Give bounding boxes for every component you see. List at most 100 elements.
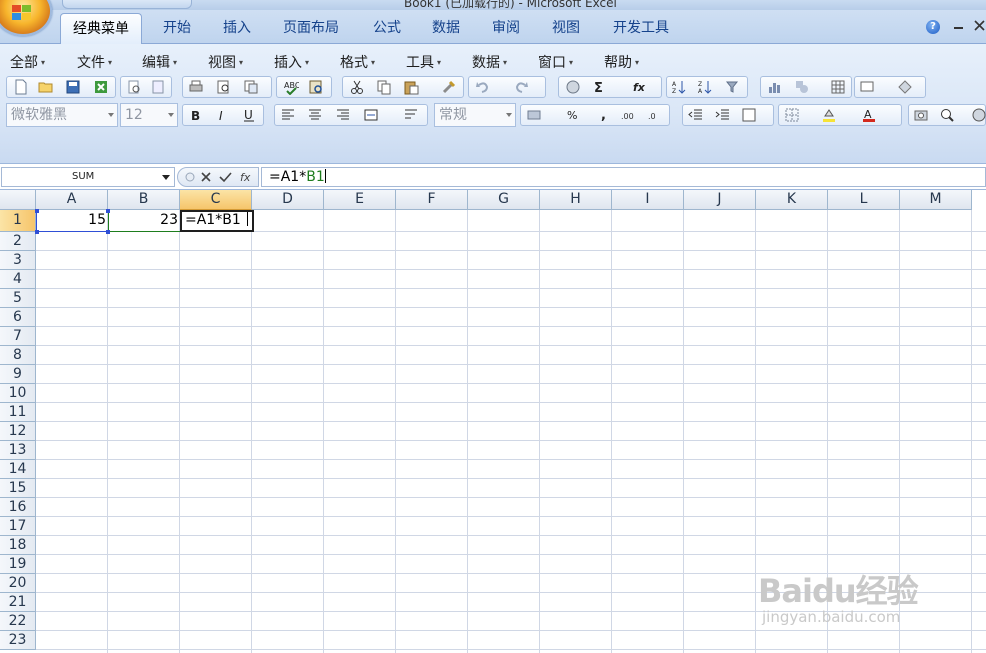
row-header-22[interactable]: 22 [0, 612, 36, 631]
sort-descending-icon[interactable]: ZA [697, 79, 713, 95]
row-header-10[interactable]: 10 [0, 384, 36, 403]
increase-decimal-icon[interactable]: .00 [621, 107, 637, 123]
excel-export-icon[interactable] [93, 79, 109, 95]
italic-icon[interactable]: I [214, 107, 230, 123]
row-header-7[interactable]: 7 [0, 327, 36, 346]
menu-view[interactable]: 视图 ▾ [208, 52, 243, 71]
hyperlink-icon[interactable] [565, 79, 581, 95]
copy-format-icon[interactable] [243, 79, 259, 95]
menu-edit[interactable]: 编辑 ▾ [142, 52, 177, 71]
row-header-3[interactable]: 3 [0, 251, 36, 270]
percent-icon[interactable]: % [565, 107, 581, 123]
new-file-icon[interactable] [13, 79, 29, 95]
chart-icon[interactable] [767, 79, 783, 95]
screen-icon[interactable] [859, 79, 875, 95]
filter-icon[interactable] [725, 79, 741, 95]
formula-input[interactable]: =A1*B1 [261, 167, 986, 187]
underline-icon[interactable]: U [241, 107, 257, 123]
options-icon[interactable] [971, 107, 986, 123]
paste-icon[interactable] [403, 79, 419, 95]
menu-help[interactable]: 帮助 ▾ [604, 52, 639, 71]
tab-review[interactable]: 审阅 [479, 13, 533, 44]
column-header-c[interactable]: C [180, 190, 252, 210]
cut-icon[interactable] [349, 79, 365, 95]
column-header-b[interactable]: B [108, 190, 180, 210]
tab-view[interactable]: 视图 [539, 13, 593, 44]
merge-center-icon[interactable] [363, 107, 379, 123]
row-header-17[interactable]: 17 [0, 517, 36, 536]
row-header-9[interactable]: 9 [0, 365, 36, 384]
decrease-decimal-icon[interactable]: .0 [648, 107, 664, 123]
sort-ascending-icon[interactable]: AZ [671, 79, 687, 95]
redo-icon[interactable] [513, 79, 529, 95]
tab-developer[interactable]: 开发工具 [601, 13, 681, 44]
row-header-8[interactable]: 8 [0, 346, 36, 365]
cell-a1[interactable]: 15 [36, 210, 108, 232]
column-header-k[interactable]: K [756, 190, 828, 210]
close-icon[interactable] [973, 18, 986, 32]
copy-icon[interactable] [376, 79, 392, 95]
cell-b1[interactable]: 23 [108, 210, 180, 232]
row-header-12[interactable]: 12 [0, 422, 36, 441]
open-folder-icon[interactable] [38, 79, 54, 95]
zoom-preview-icon[interactable] [216, 79, 232, 95]
row-header-21[interactable]: 21 [0, 593, 36, 612]
undo-icon[interactable] [475, 79, 491, 95]
menu-file[interactable]: 文件 ▾ [77, 52, 112, 71]
tab-formulas[interactable]: 公式 [360, 13, 414, 44]
menu-insert[interactable]: 插入 ▾ [274, 52, 309, 71]
row-header-18[interactable]: 18 [0, 536, 36, 555]
align-center-icon[interactable] [307, 107, 323, 123]
row-header-4[interactable]: 4 [0, 270, 36, 289]
row-header-5[interactable]: 5 [0, 289, 36, 308]
row-header-15[interactable]: 15 [0, 479, 36, 498]
tab-page-layout[interactable]: 页面布局 [270, 13, 352, 44]
save-icon[interactable] [65, 79, 81, 95]
menu-window[interactable]: 窗口 ▾ [538, 52, 573, 71]
quick-access-toolbar[interactable] [62, 0, 192, 9]
select-all-corner[interactable] [0, 190, 36, 210]
column-header-a[interactable]: A [36, 190, 108, 210]
column-header-l[interactable]: L [828, 190, 900, 210]
row-header-19[interactable]: 19 [0, 555, 36, 574]
tab-data[interactable]: 数据 [419, 13, 473, 44]
column-header-h[interactable]: H [540, 190, 612, 210]
row-header-2[interactable]: 2 [0, 232, 36, 251]
fill-color-icon[interactable] [821, 107, 837, 123]
column-header-j[interactable]: J [684, 190, 756, 210]
row-header-16[interactable]: 16 [0, 498, 36, 517]
format-painter-icon[interactable] [441, 79, 457, 95]
zoom-icon[interactable] [939, 107, 955, 123]
number-format-select[interactable]: 常规 [434, 103, 516, 127]
column-header-m[interactable]: M [900, 190, 972, 210]
wrap-text-icon[interactable] [403, 107, 419, 123]
menu-data[interactable]: 数据 ▾ [472, 52, 507, 71]
drawing-icon[interactable] [794, 79, 810, 95]
camera-icon[interactable] [913, 107, 929, 123]
align-left-icon[interactable] [280, 107, 296, 123]
row-header-13[interactable]: 13 [0, 441, 36, 460]
menu-tools[interactable]: 工具 ▾ [406, 52, 441, 71]
autosum-icon[interactable]: Σ [592, 79, 608, 95]
column-header-f[interactable]: F [396, 190, 468, 210]
print-icon[interactable] [188, 79, 204, 95]
menu-all[interactable]: 全部 ▾ [10, 52, 45, 71]
print-preview-icon[interactable] [126, 79, 142, 95]
currency-icon[interactable] [526, 107, 542, 123]
borders-icon[interactable] [784, 107, 800, 123]
insert-function-fx-icon[interactable]: fx [239, 170, 255, 184]
row-header-6[interactable]: 6 [0, 308, 36, 327]
column-header-d[interactable]: D [252, 190, 324, 210]
decrease-indent-icon[interactable] [688, 107, 704, 123]
grid-icon[interactable] [830, 79, 846, 95]
column-header-e[interactable]: E [324, 190, 396, 210]
increase-indent-icon[interactable] [715, 107, 731, 123]
row-header-20[interactable]: 20 [0, 574, 36, 593]
tab-insert[interactable]: 插入 [210, 13, 264, 44]
font-size-select[interactable]: 12 [120, 103, 178, 127]
format-cells-icon[interactable] [741, 107, 757, 123]
help-icon[interactable]: ? [926, 20, 940, 34]
resize-handle-icon[interactable] [184, 171, 196, 183]
menu-format[interactable]: 格式 ▾ [340, 52, 375, 71]
font-name-select[interactable]: 微软雅黑 [6, 103, 118, 127]
